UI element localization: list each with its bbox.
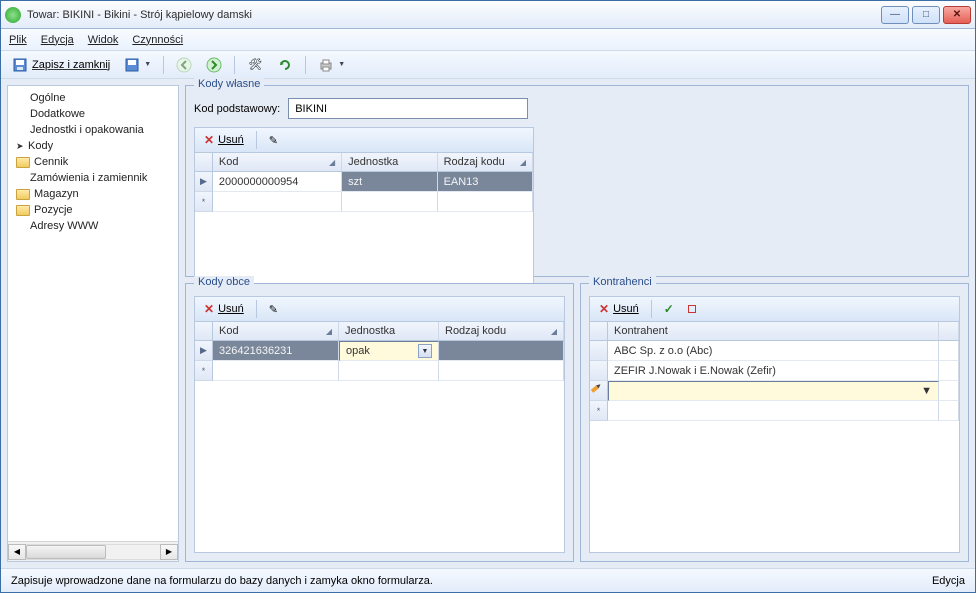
maximize-button[interactable]: □ [912, 6, 940, 24]
table-row[interactable]: ▶ 2000000000954 szt EAN13 [195, 172, 533, 192]
usun-button[interactable]: ✕Usuń [594, 298, 644, 320]
status-hint: Zapisuje wprowadzone dane na formularzu … [11, 575, 433, 587]
edit-button[interactable]: ✎ [264, 129, 283, 151]
refresh-icon [277, 57, 293, 73]
delete-icon: ✕ [599, 302, 609, 316]
fieldset-kody-wlasne: Kody własne Kod podstawowy: ✕Usuń ✎ Kod◢… [185, 85, 969, 277]
delete-icon: ✕ [204, 133, 214, 147]
kontrahent-combo[interactable]: ▼ [608, 381, 939, 401]
folder-icon [16, 205, 30, 216]
statusbar: Zapisuje wprowadzone dane na formularzu … [1, 568, 975, 592]
usun-button[interactable]: ✕Usuń [199, 298, 249, 320]
scroll-left-button[interactable]: ◀ [8, 544, 26, 560]
legend: Kody własne [194, 78, 264, 90]
kod-podstawowy-input[interactable] [288, 98, 528, 119]
save-and-close-button[interactable]: Zapisz i zamknij [7, 54, 115, 76]
tools-button[interactable]: 🛠 [242, 54, 268, 76]
menubar: Plik Edycja Widok Czynności [1, 29, 975, 51]
scroll-right-button[interactable]: ▶ [160, 544, 178, 560]
print-icon [318, 57, 334, 73]
menu-czynnosci[interactable]: Czynności [132, 34, 183, 46]
usun-button[interactable]: ✕Usuń [199, 129, 249, 151]
pencil-icon [591, 383, 606, 398]
cancel-button[interactable] [683, 298, 701, 320]
new-row[interactable]: * [590, 401, 959, 421]
table-row[interactable]: ZEFIR J.Nowak i E.Nowak (Zefir) [590, 361, 959, 381]
minimize-button[interactable]: — [881, 6, 909, 24]
pencil-icon: ✎ [269, 134, 278, 147]
content: Kody własne Kod podstawowy: ✕Usuń ✎ Kod◢… [179, 79, 975, 568]
sidebar-item-jednostki[interactable]: Jednostki i opakowania [30, 122, 170, 138]
refresh-button[interactable] [272, 54, 298, 76]
save-dropdown-button[interactable]: ▼ [119, 54, 156, 76]
sidebar-item-ogolne[interactable]: Ogólne [30, 90, 170, 106]
edit-row[interactable]: ▼ [590, 381, 959, 401]
disk-icon [124, 57, 140, 73]
kody-obce-toolbar: ✕Usuń ✎ [194, 296, 565, 322]
tree: Ogólne Dodatkowe Jednostki i opakowania … [8, 86, 178, 541]
current-marker-icon: ➤ [16, 141, 24, 152]
pencil-icon: ✎ [269, 303, 278, 316]
forward-button[interactable] [201, 54, 227, 76]
kody-obce-grid[interactable]: Kod◢ Jednostka Rodzaj kodu◢ ▶ 3264216362… [194, 322, 565, 553]
print-button[interactable]: ▼ [313, 54, 350, 76]
sidebar-item-cennik[interactable]: Cennik [16, 154, 170, 170]
toolbar: Zapisz i zamknij ▼ 🛠 ▼ [1, 51, 975, 79]
legend: Kontrahenci [589, 276, 656, 288]
folder-icon [16, 189, 30, 200]
accept-button[interactable]: ✓ [659, 298, 679, 320]
kontrahenci-toolbar: ✕Usuń ✓ [589, 296, 960, 322]
arrow-left-icon [176, 57, 192, 73]
fieldset-kontrahenci: Kontrahenci ✕Usuń ✓ Kontrahent ABC [580, 283, 969, 562]
fieldset-kody-obce: Kody obce ✕Usuń ✎ Kod◢ Jednostka Rodzaj … [185, 283, 574, 562]
separator [305, 56, 306, 74]
separator [163, 56, 164, 74]
chevron-down-icon: ▼ [921, 385, 932, 397]
chevron-down-icon: ▼ [418, 344, 432, 358]
check-icon: ✓ [664, 302, 674, 316]
back-button[interactable] [171, 54, 197, 76]
separator [234, 56, 235, 74]
legend: Kody obce [194, 276, 254, 288]
titlebar: Towar: BIKINI - Bikini - Strój kąpielowy… [1, 1, 975, 29]
delete-icon: ✕ [204, 302, 214, 316]
scroll-thumb[interactable] [26, 545, 106, 559]
menu-plik[interactable]: Plik [9, 34, 27, 46]
kontrahenci-grid[interactable]: Kontrahent ABC Sp. z o.o (Abc) ZEFIR J.N… [589, 322, 960, 553]
tools-icon: 🛠 [247, 57, 263, 73]
arrow-right-icon [206, 57, 222, 73]
menu-widok[interactable]: Widok [88, 34, 119, 46]
save-and-close-label: Zapisz i zamknij [32, 59, 110, 71]
sidebar-item-magazyn[interactable]: Magazyn [16, 186, 170, 202]
status-mode: Edycja [932, 575, 965, 587]
menu-edycja[interactable]: Edycja [41, 34, 74, 46]
kod-podstawowy-label: Kod podstawowy: [194, 103, 280, 115]
disk-icon [12, 57, 28, 73]
sidebar-item-adresy[interactable]: Adresy WWW [30, 218, 170, 234]
table-row[interactable]: ▶ 326421636231 opak▼ [195, 341, 564, 361]
jednostka-combo[interactable]: opak▼ [339, 341, 439, 361]
new-row[interactable]: * [195, 192, 533, 212]
app-icon [5, 7, 21, 23]
sidebar-item-zamowienia[interactable]: Zamówienia i zamiennik [30, 170, 170, 186]
new-row[interactable]: * [195, 361, 564, 381]
table-row[interactable]: ABC Sp. z o.o (Abc) [590, 341, 959, 361]
kody-wlasne-grid[interactable]: Kod◢ Jednostka Rodzaj kodu◢ ▶ 2000000000… [194, 153, 534, 285]
workspace: Ogólne Dodatkowe Jednostki i opakowania … [1, 79, 975, 568]
close-button[interactable]: ✕ [943, 6, 971, 24]
folder-icon [16, 157, 30, 168]
sidebar-item-dodatkowe[interactable]: Dodatkowe [30, 106, 170, 122]
edit-button[interactable]: ✎ [264, 298, 283, 320]
sidebar-item-pozycje[interactable]: Pozycje [16, 202, 170, 218]
cancel-icon [688, 305, 696, 313]
kody-wlasne-toolbar: ✕Usuń ✎ [194, 127, 534, 153]
window-title: Towar: BIKINI - Bikini - Strój kąpielowy… [27, 9, 878, 21]
sidebar: Ogólne Dodatkowe Jednostki i opakowania … [7, 85, 179, 562]
horizontal-scrollbar[interactable]: ◀ ▶ [8, 541, 178, 561]
sidebar-item-kody[interactable]: ➤Kody [16, 138, 170, 154]
